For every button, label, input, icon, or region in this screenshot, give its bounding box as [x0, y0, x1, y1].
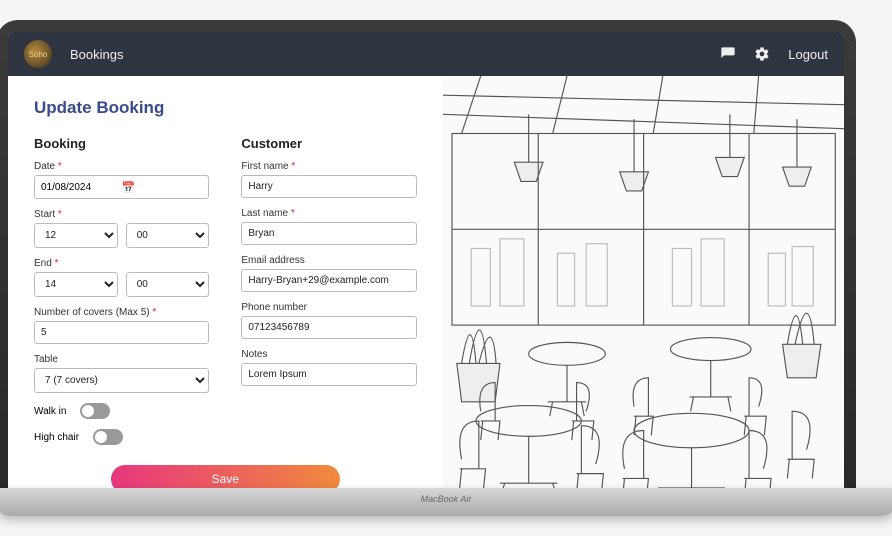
label-phone: Phone number [241, 302, 416, 313]
chat-icon[interactable] [720, 46, 736, 62]
label-notes: Notes [241, 349, 416, 360]
notes-input[interactable] [241, 363, 416, 386]
save-button[interactable]: Save [111, 465, 341, 488]
page-title: Update Booking [34, 98, 417, 118]
highchair-toggle[interactable] [93, 429, 123, 445]
label-walkin: Walk in [34, 406, 66, 417]
start-min-select[interactable]: 00 [126, 223, 210, 248]
label-end: End * [34, 258, 209, 269]
label-highchair: High chair [34, 432, 79, 443]
covers-input[interactable] [34, 321, 209, 344]
label-firstname: First name * [241, 161, 416, 172]
walkin-toggle[interactable] [80, 403, 110, 419]
restaurant-illustration [443, 76, 844, 488]
label-email: Email address [241, 255, 416, 266]
settings-icon[interactable] [754, 46, 770, 62]
end-min-select[interactable]: 00 [126, 272, 210, 297]
label-start: Start * [34, 209, 209, 220]
firstname-input[interactable] [241, 175, 416, 198]
date-input[interactable]: 01/08/2024 📅 [34, 175, 209, 199]
top-nav: Soho Bookings Logout [8, 32, 844, 76]
start-hour-select[interactable]: 12 [34, 223, 118, 248]
label-lastname: Last name * [241, 208, 416, 219]
label-date: Date * [34, 161, 209, 172]
phone-input[interactable] [241, 316, 416, 339]
label-covers: Number of covers (Max 5) * [34, 307, 209, 318]
label-table: Table [34, 354, 209, 365]
table-select[interactable]: 7 (7 covers) [34, 368, 209, 393]
nav-bookings[interactable]: Bookings [70, 47, 123, 62]
form-panel: Update Booking Booking Date * 01/08/2024… [8, 76, 443, 488]
email-input[interactable] [241, 269, 416, 292]
section-booking: Booking [34, 136, 209, 151]
brand-logo[interactable]: Soho [24, 40, 52, 68]
end-hour-select[interactable]: 14 [34, 272, 118, 297]
lastname-input[interactable] [241, 222, 416, 245]
calendar-icon: 📅 [122, 181, 203, 194]
logout-link[interactable]: Logout [788, 47, 828, 62]
section-customer: Customer [241, 136, 416, 151]
